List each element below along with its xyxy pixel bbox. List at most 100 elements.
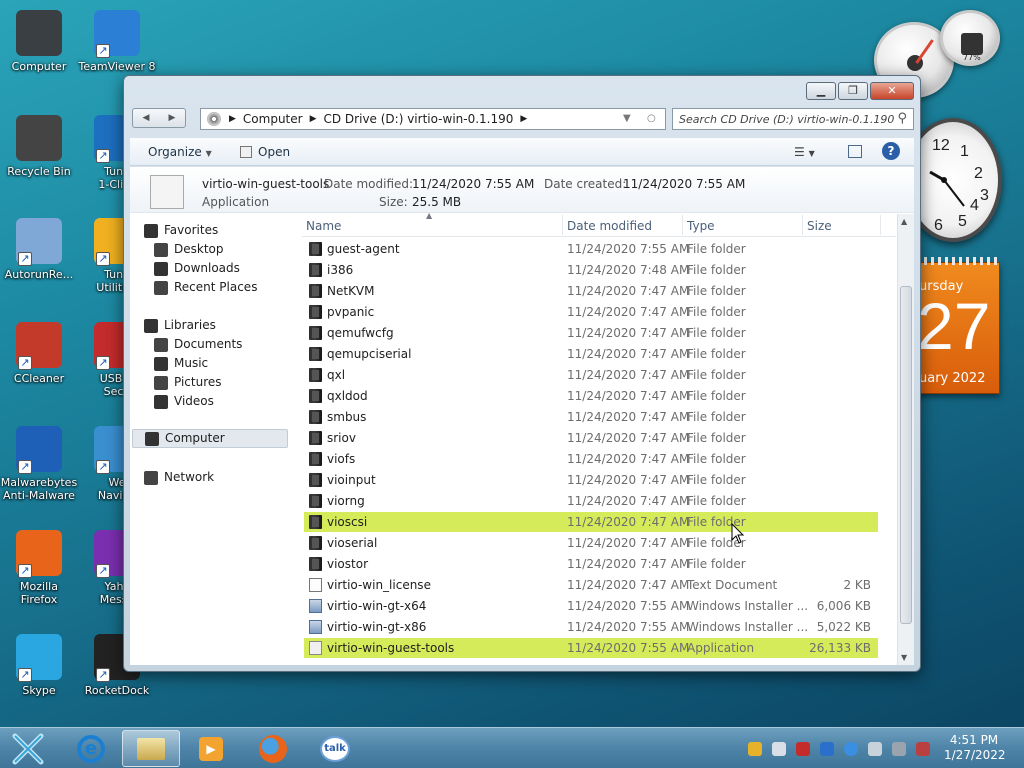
breadcrumb-arrow-icon[interactable]: ▶ xyxy=(310,114,317,124)
taskbar-windows-explorer[interactable] xyxy=(122,730,180,767)
recent-places-icon xyxy=(154,280,168,295)
file-row[interactable]: vioserial 11/24/2020 7:47 AM File folder xyxy=(304,533,878,553)
file-row[interactable]: virtio-win_license 11/24/2020 7:47 AM Text… xyxy=(304,575,878,595)
application-icon xyxy=(309,641,322,655)
column-date-modified[interactable]: Date modified xyxy=(567,219,652,233)
nav-pictures[interactable]: Pictures xyxy=(154,373,222,392)
desktop-icon-teamviewer[interactable]: ↗ TeamViewer 8 xyxy=(78,10,156,73)
file-row[interactable]: viostor 11/24/2020 7:47 AM File folder xyxy=(304,554,878,574)
column-type[interactable]: Type xyxy=(687,219,715,233)
desktop-icon-ccleaner[interactable]: ↗ CCleaner xyxy=(0,322,78,385)
file-row[interactable]: viorng 11/24/2020 7:47 AM File folder xyxy=(304,491,878,511)
address-bar[interactable]: ▶ Computer ▶ CD Drive (D:) virtio-win-0.… xyxy=(200,108,666,130)
nav-downloads[interactable]: Downloads xyxy=(154,259,240,278)
scrollbar-thumb[interactable] xyxy=(900,286,912,624)
breadcrumb-cd-drive[interactable]: CD Drive (D:) virtio-win-0.1.190 xyxy=(324,112,514,126)
breadcrumb-computer[interactable]: Computer xyxy=(243,112,303,126)
taskbar-clock[interactable]: 4:51 PM 1/27/2022 xyxy=(944,733,1006,763)
clock-numeral: 6 xyxy=(934,217,943,234)
file-row[interactable]: sriov 11/24/2020 7:47 AM File folder xyxy=(304,428,878,448)
file-type: Application xyxy=(687,641,755,655)
scroll-down-arrow-icon[interactable]: ▼ xyxy=(901,653,907,662)
breadcrumb-arrow-icon[interactable]: ▶ xyxy=(229,114,236,124)
file-row[interactable]: vioscsi 11/24/2020 7:47 AM File folder xyxy=(304,512,878,532)
file-row[interactable]: qxldod 11/24/2020 7:47 AM File folder xyxy=(304,386,878,406)
file-row[interactable]: viofs 11/24/2020 7:47 AM File folder xyxy=(304,449,878,469)
file-row[interactable]: NetKVM 11/24/2020 7:47 AM File folder xyxy=(304,281,878,301)
desktop-icon-autorun[interactable]: ↗ AutorunRe... xyxy=(0,218,78,281)
nav-favorites[interactable]: Favorites xyxy=(144,221,218,240)
pictures-icon xyxy=(154,375,168,390)
file-date-modified: 11/24/2020 7:47 AM xyxy=(567,494,690,508)
taskbar-media-player[interactable]: ▶ xyxy=(182,730,240,767)
file-date-modified: 11/24/2020 7:55 AM xyxy=(567,620,690,634)
nav-computer[interactable]: Computer xyxy=(132,429,288,448)
tray-volume-muted-icon[interactable] xyxy=(916,742,930,756)
nav-music[interactable]: Music xyxy=(154,354,208,373)
nav-label: Music xyxy=(174,356,209,370)
refresh-icon[interactable]: ○ xyxy=(647,113,656,124)
file-row[interactable]: smbus 11/24/2020 7:47 AM File folder xyxy=(304,407,878,427)
help-icon[interactable]: ? xyxy=(882,142,900,160)
file-row[interactable]: virtio-win-guest-tools 11/24/2020 7:55 AM… xyxy=(304,638,878,658)
forward-arrow-icon[interactable]: ▶ xyxy=(159,109,185,127)
scroll-up-arrow-icon[interactable]: ▲ xyxy=(901,217,907,226)
tray-app-icon[interactable] xyxy=(748,742,762,756)
column-size[interactable]: Size xyxy=(807,219,832,233)
file-row[interactable]: qemupciserial 11/24/2020 7:47 AM File fold… xyxy=(304,344,878,364)
search-input[interactable]: Search CD Drive (D:) virtio-win-0.1.190 … xyxy=(672,108,914,130)
file-row[interactable]: virtio-win-gt-x86 11/24/2020 7:55 AM Windo… xyxy=(304,617,878,637)
file-type: File folder xyxy=(687,242,746,256)
tray-shield-icon[interactable] xyxy=(796,742,810,756)
file-type: File folder xyxy=(687,410,746,424)
tray-bluetooth-icon[interactable] xyxy=(820,742,834,756)
taskbar-google-talk[interactable]: talk xyxy=(306,730,364,767)
preview-pane-icon[interactable] xyxy=(848,145,862,158)
vertical-scrollbar[interactable]: ▲ ▼ xyxy=(897,214,914,665)
nav-documents[interactable]: Documents xyxy=(154,335,242,354)
tray-info-icon[interactable] xyxy=(844,742,858,756)
organize-button[interactable]: Organize ▼ xyxy=(148,145,212,159)
search-icon[interactable]: ⚲ xyxy=(897,111,907,126)
start-button[interactable] xyxy=(0,730,56,767)
file-row[interactable]: virtio-win-gt-x64 11/24/2020 7:55 AM Windo… xyxy=(304,596,878,616)
file-row[interactable]: vioinput 11/24/2020 7:47 AM File folder xyxy=(304,470,878,490)
maximize-button[interactable]: ❐ xyxy=(838,82,868,100)
tray-chat-icon[interactable] xyxy=(772,742,786,756)
address-dropdown-icon[interactable]: ▼ xyxy=(623,113,631,124)
open-button[interactable]: Open xyxy=(240,145,290,159)
file-row[interactable]: i386 11/24/2020 7:48 AM File folder xyxy=(304,260,878,280)
desktop-icon-malwarebytes[interactable]: ↗ Malwarebytes Anti-Malware xyxy=(0,426,78,502)
file-date-modified: 11/24/2020 7:47 AM xyxy=(567,452,690,466)
file-name: virtio-win-gt-x64 xyxy=(327,599,427,613)
file-row[interactable]: pvpanic 11/24/2020 7:47 AM File folder xyxy=(304,302,878,322)
minimize-button[interactable]: ▁ xyxy=(806,82,836,100)
desktop-icon-recycle-bin[interactable]: Recycle Bin xyxy=(0,115,78,178)
tray-network-icon[interactable] xyxy=(868,742,882,756)
taskbar-firefox[interactable] xyxy=(244,730,302,767)
desktop-icon-skype[interactable]: ↗ Skype xyxy=(0,634,78,697)
file-type: Windows Installer ... xyxy=(687,599,809,613)
nav-recent-places[interactable]: Recent Places xyxy=(154,278,257,297)
shortcut-arrow-icon: ↗ xyxy=(18,252,32,266)
nav-network[interactable]: Network xyxy=(144,468,214,487)
tray-printer-icon[interactable] xyxy=(892,742,906,756)
file-size: 6,006 KB xyxy=(816,599,871,613)
file-row[interactable]: qxl 11/24/2020 7:47 AM File folder xyxy=(304,365,878,385)
file-type: File folder xyxy=(687,347,746,361)
nav-desktop[interactable]: Desktop xyxy=(154,240,224,259)
sort-indicator-icon: ▲ xyxy=(426,211,433,220)
view-options-icon[interactable]: ☰ ▼ xyxy=(794,145,815,159)
desktop-icon-computer[interactable]: Computer xyxy=(0,10,78,73)
file-row[interactable]: qemufwcfg 11/24/2020 7:47 AM File folder xyxy=(304,323,878,343)
nav-libraries[interactable]: Libraries xyxy=(144,316,216,335)
file-date-modified: 11/24/2020 7:47 AM xyxy=(567,347,690,361)
close-button[interactable]: ✕ xyxy=(870,82,914,100)
taskbar-internet-explorer[interactable]: e xyxy=(62,730,120,767)
column-name[interactable]: Name xyxy=(306,219,341,233)
nav-videos[interactable]: Videos xyxy=(154,392,214,411)
desktop-icon-firefox[interactable]: ↗ Mozilla Firefox xyxy=(0,530,78,606)
breadcrumb-arrow-icon[interactable]: ▶ xyxy=(520,114,527,124)
file-row[interactable]: guest-agent 11/24/2020 7:55 AM File folder xyxy=(304,239,878,259)
back-arrow-icon[interactable]: ◀ xyxy=(133,109,159,127)
